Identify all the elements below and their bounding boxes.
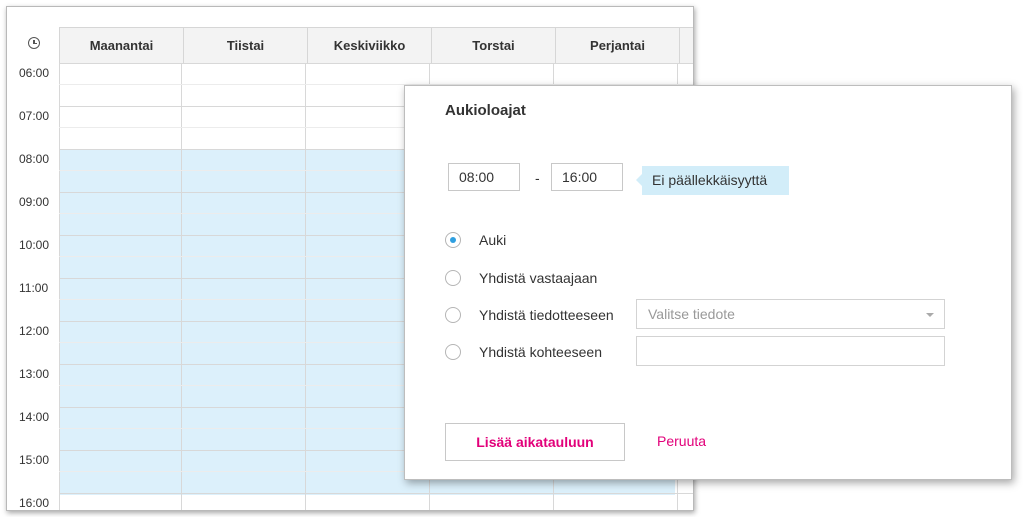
option-target[interactable]: Yhdistä kohteeseen xyxy=(445,342,602,362)
option-bulletin[interactable]: Yhdistä tiedotteeseen xyxy=(445,305,614,325)
option-voicemail[interactable]: Yhdistä vastaajaan xyxy=(445,268,597,288)
option-voicemail-label: Yhdistä vastaajaan xyxy=(479,270,598,286)
hour-line xyxy=(59,63,693,64)
day-header-friday[interactable]: Perjantai xyxy=(555,27,679,64)
target-input[interactable] xyxy=(636,336,945,366)
chevron-down-icon xyxy=(926,313,934,317)
cancel-link[interactable]: Peruuta xyxy=(657,433,706,449)
column-divider xyxy=(59,63,60,510)
day-header-thursday[interactable]: Torstai xyxy=(431,27,555,64)
hour-label-16: 16:00 xyxy=(19,496,50,510)
option-bulletin-label: Yhdistä tiedotteeseen xyxy=(479,307,614,323)
day-header-monday[interactable]: Maanantai xyxy=(59,27,183,64)
hour-label-13: 13:00 xyxy=(19,367,50,381)
radio-bulletin[interactable] xyxy=(445,307,461,323)
hour-line xyxy=(59,493,693,494)
hour-label-07: 07:00 xyxy=(19,109,50,123)
start-time-input[interactable]: 08:00 xyxy=(448,163,520,191)
end-time-input[interactable]: 16:00 xyxy=(551,163,623,191)
day-header-tuesday[interactable]: Tiistai xyxy=(183,27,307,64)
clock-icon xyxy=(28,37,40,49)
day-header-overflow xyxy=(679,27,693,64)
time-separator: - xyxy=(535,170,540,186)
bulletin-select-placeholder: Valitse tiedote xyxy=(648,306,735,322)
hour-label-08: 08:00 xyxy=(19,152,50,166)
option-open-label: Auki xyxy=(479,232,507,248)
radio-open[interactable] xyxy=(445,232,461,248)
calendar-header: Maanantai Tiistai Keskiviikko Torstai Pe… xyxy=(7,27,693,64)
option-open[interactable]: Auki xyxy=(445,230,506,250)
hour-label-09: 09:00 xyxy=(19,195,50,209)
add-to-schedule-button[interactable]: Lisää aikatauluun xyxy=(445,423,625,461)
hour-label-10: 10:00 xyxy=(19,238,50,252)
day-header-wednesday[interactable]: Keskiviikko xyxy=(307,27,431,64)
overlap-status-tooltip: Ei päällekkäisyyttä xyxy=(636,166,789,195)
radio-target[interactable] xyxy=(445,344,461,360)
hour-label-15: 15:00 xyxy=(19,453,50,467)
hour-label-12: 12:00 xyxy=(19,324,50,338)
hour-label-06: 06:00 xyxy=(19,66,50,80)
column-divider xyxy=(305,63,306,510)
radio-voicemail[interactable] xyxy=(445,270,461,286)
dialog-title: Aukioloajat xyxy=(445,102,526,119)
opening-hours-dialog: Aukioloajat 08:00 - 16:00 Ei päällekkäis… xyxy=(404,85,1012,480)
column-divider xyxy=(181,63,182,510)
hour-label-11: 11:00 xyxy=(19,281,49,295)
option-target-label: Yhdistä kohteeseen xyxy=(479,344,602,360)
bulletin-select[interactable]: Valitse tiedote xyxy=(636,299,945,329)
time-column-header xyxy=(7,27,59,63)
hour-label-14: 14:00 xyxy=(19,410,50,424)
